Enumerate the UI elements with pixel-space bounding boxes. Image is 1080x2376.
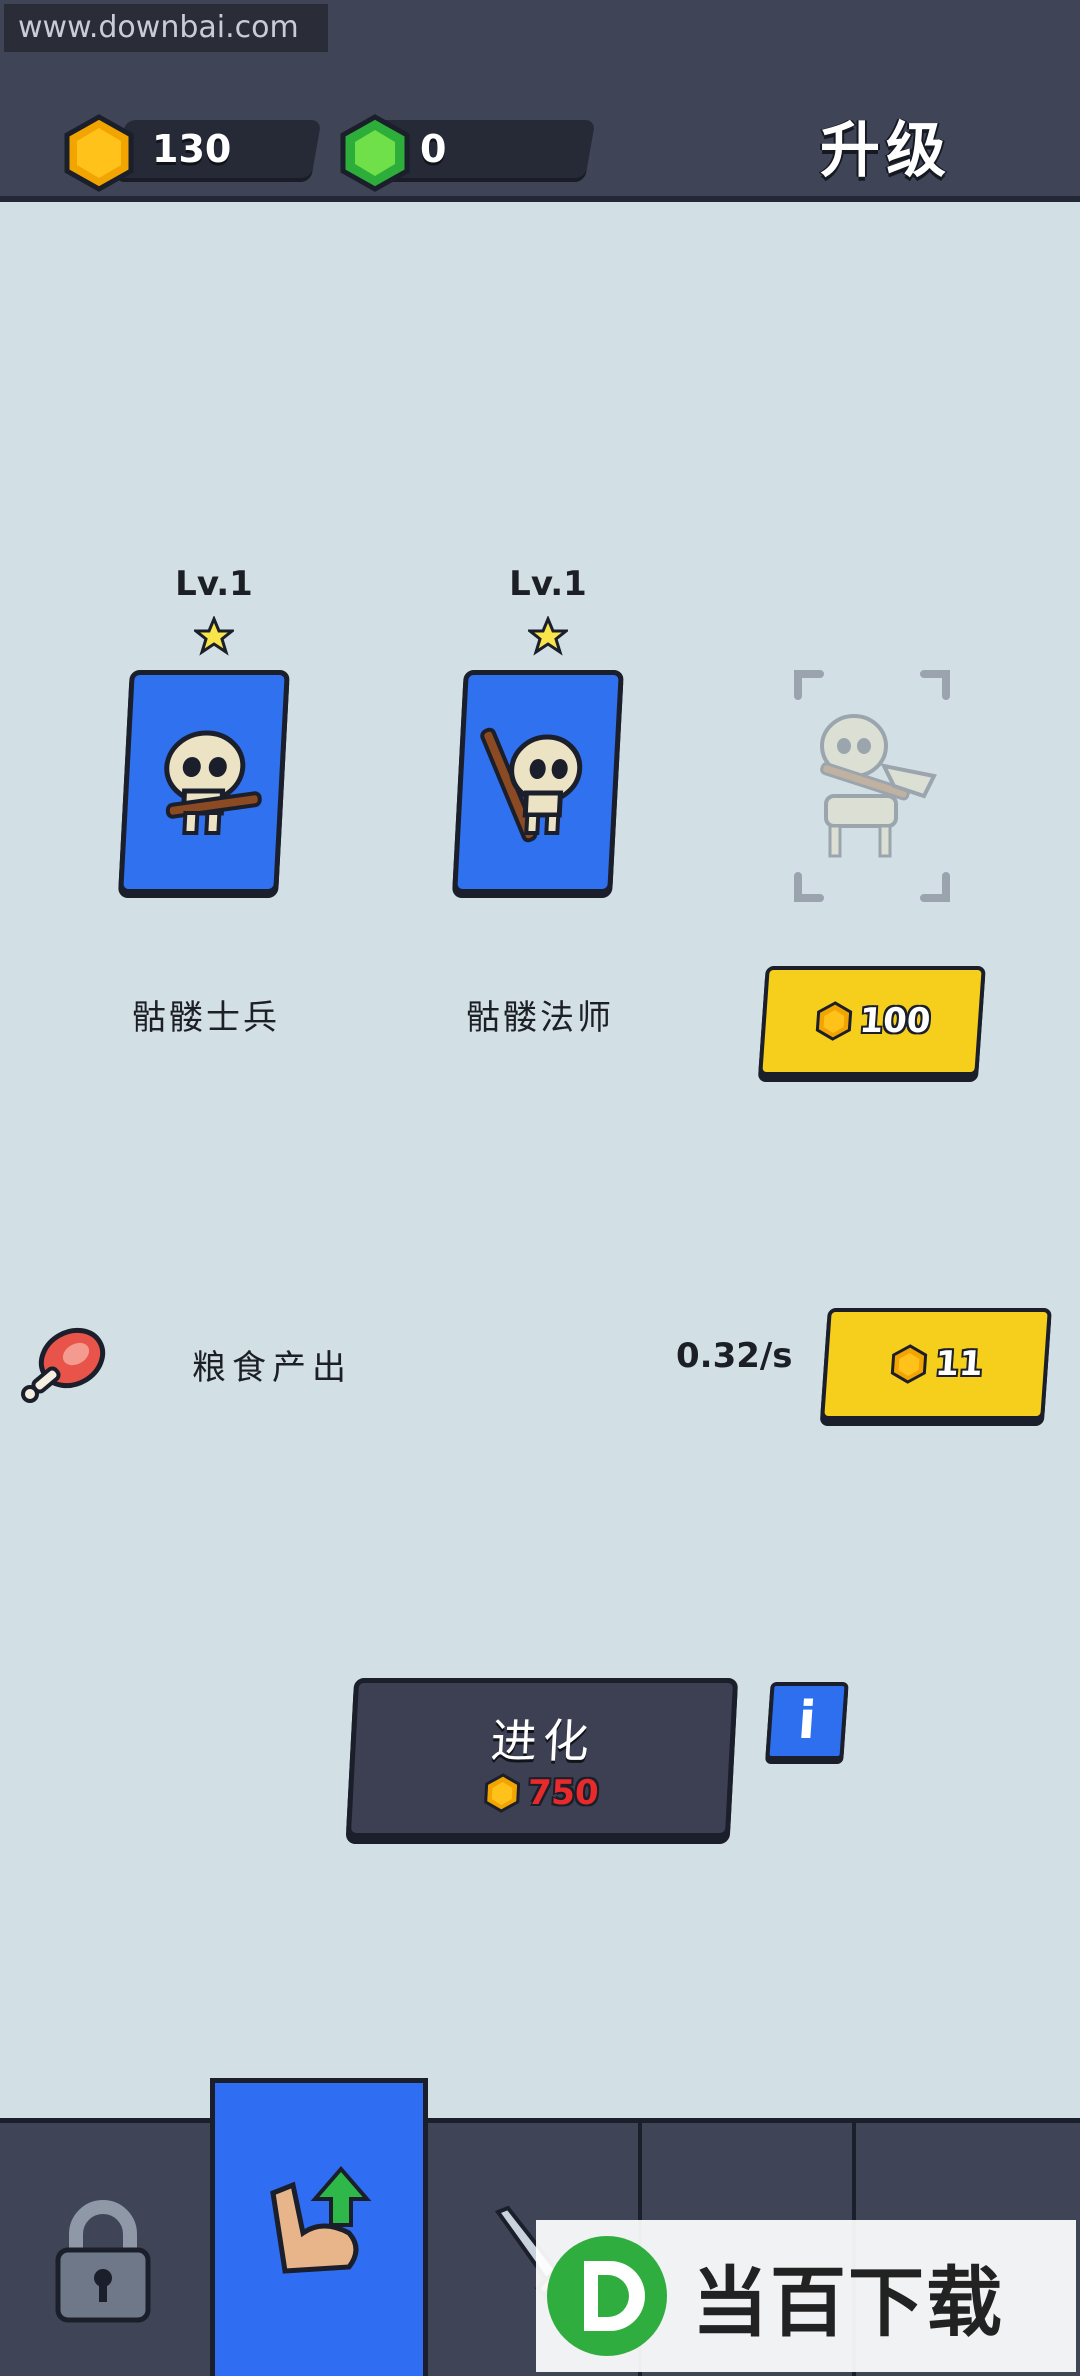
unlock-cost: 100 <box>858 1001 932 1041</box>
skeleton-soldier-icon <box>164 730 262 835</box>
gold-value: 130 <box>152 127 232 171</box>
food-upgrade-button[interactable]: 11 <box>820 1308 1052 1420</box>
skeleton-mage-icon <box>480 727 583 843</box>
meat-icon <box>21 1327 106 1403</box>
evolve-cost-row: 750 <box>352 1773 728 1813</box>
gold-coin-icon <box>483 1773 520 1813</box>
unit-card-skeleton-soldier[interactable] <box>118 670 290 894</box>
gold-coin-icon <box>64 114 134 192</box>
unit-name: 骷髅法师 <box>466 998 614 1038</box>
lock-icon <box>55 2200 151 2323</box>
nav-tab-locked-1[interactable] <box>0 2122 214 2376</box>
green-gem-icon <box>340 114 410 192</box>
food-production-rate: 0.32/s <box>676 1336 793 1376</box>
food-upgrade-cost: 11 <box>933 1344 985 1384</box>
unit-card-skeleton-mage[interactable] <box>452 670 624 894</box>
gold-coin-icon <box>815 1001 852 1041</box>
unit-level: Lv.1 <box>509 564 587 604</box>
evolve-label: 进化 <box>489 1714 597 1768</box>
watermark-text: 当百下载 <box>692 2258 1004 2347</box>
star-icon <box>194 616 234 656</box>
locked-unit-slot <box>794 670 950 902</box>
evolve-cost: 750 <box>526 1773 600 1813</box>
star-icon <box>528 616 568 656</box>
gold-coin-icon <box>891 1344 928 1384</box>
food-production-label: 粮食产出 <box>192 1348 352 1388</box>
watermark-overlay: 当百下载 <box>536 2220 1076 2372</box>
skeleton-rider-silhouette-icon <box>820 714 937 858</box>
unlock-unit-button[interactable]: 100 <box>758 966 986 1076</box>
evolve-button[interactable]: 进化 750 <box>345 1678 739 1838</box>
info-button[interactable]: i <box>765 1682 849 1760</box>
watermark-url: www.downbai.com <box>4 4 328 52</box>
gem-value: 0 <box>420 127 447 171</box>
unit-level: Lv.1 <box>175 564 253 604</box>
downbai-logo-icon <box>547 2236 667 2356</box>
arm-upgrade-icon <box>270 2165 372 2274</box>
top-bar-divider <box>0 196 1080 202</box>
unit-name: 骷髅士兵 <box>132 998 280 1038</box>
nav-tab-upgrade[interactable] <box>210 2078 428 2376</box>
page-title: 升级 <box>820 116 952 186</box>
